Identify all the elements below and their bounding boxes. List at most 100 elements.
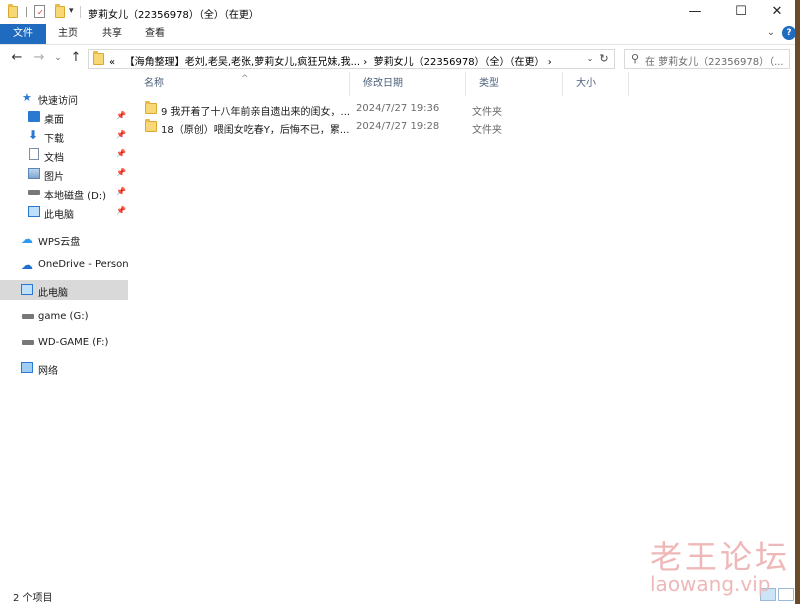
document-icon: [29, 148, 39, 160]
breadcrumb-overflow[interactable]: «: [109, 57, 115, 68]
sidebar-item-downloads[interactable]: ⬇ 下载 📌: [0, 126, 128, 146]
sidebar-item-game-g[interactable]: game (G:): [0, 307, 128, 327]
column-header-modified[interactable]: 修改日期: [350, 72, 466, 96]
pin-icon[interactable]: 📌: [116, 168, 126, 177]
sidebar-item-label: OneDrive - Personal: [38, 259, 128, 270]
sidebar-item-network[interactable]: 网络: [0, 358, 128, 378]
sidebar-item-label: 下载: [44, 134, 64, 145]
table-row[interactable]: 18（原创）喂闺女吃春Y，后悔不已，累... 2024/7/27 19:28 文…: [139, 117, 604, 137]
picture-icon: [28, 168, 40, 179]
navigation-bar: ← → ⌄ ↑ « 【海角整理】老刘,老吴,老张,萝莉女儿,疯狂兄妹,我... …: [0, 46, 800, 72]
address-bar[interactable]: « 【海角整理】老刘,老吴,老张,萝莉女儿,疯狂兄妹,我... › 萝莉女儿（2…: [88, 49, 615, 69]
sidebar-item-label: game (G:): [38, 311, 89, 322]
sidebar-item-this-pc[interactable]: 此电脑: [0, 280, 128, 300]
refresh-icon[interactable]: ↻: [597, 52, 611, 66]
pin-icon[interactable]: 📌: [116, 206, 126, 215]
computer-icon: [21, 284, 33, 295]
window-title: 萝莉女儿（22356978）（全）（在更）: [88, 10, 259, 21]
sidebar-item-label: 桌面: [44, 115, 64, 126]
sidebar-item-label: WPS云盘: [38, 237, 81, 248]
pin-icon[interactable]: 📌: [116, 130, 126, 139]
computer-icon: [28, 206, 40, 217]
file-list: 名称 ^ 修改日期 类型 大小 9 我开着了十八年前亲自遗出来的闺女，... 2…: [131, 72, 800, 584]
cloud-icon: ☁: [21, 232, 33, 246]
pin-icon[interactable]: 📌: [116, 149, 126, 158]
sort-ascending-icon: ^: [241, 74, 249, 84]
star-icon: ★: [22, 91, 32, 104]
tab-view[interactable]: 查看: [134, 24, 176, 44]
forward-button[interactable]: →: [31, 50, 47, 66]
sidebar-item-this-pc-pinned[interactable]: 此电脑 📌: [0, 202, 128, 222]
new-folder-icon[interactable]: [55, 4, 65, 18]
address-dropdown-icon[interactable]: ⌄: [584, 52, 596, 66]
title-bar: ✓ ▾ 萝莉女儿（22356978）（全）（在更） — ☐ ✕: [0, 0, 800, 24]
sidebar-item-label: WD-GAME (F:): [38, 337, 109, 348]
breadcrumb-current[interactable]: 萝莉女儿（22356978）（全）（在更）: [374, 57, 545, 68]
folder-icon: [145, 119, 157, 132]
background-edge: [795, 0, 800, 604]
search-input[interactable]: ⚲ 在 萝莉女儿（22356978）（...: [624, 49, 790, 69]
file-modified: 2024/7/27 19:28: [356, 121, 440, 132]
back-button[interactable]: ←: [9, 50, 25, 66]
expand-ribbon-icon[interactable]: ⌄: [764, 26, 778, 40]
folder-icon: [8, 4, 18, 18]
file-type: 文件夹: [472, 107, 502, 118]
search-icon: ⚲: [631, 52, 640, 65]
pin-icon[interactable]: 📌: [116, 187, 126, 196]
sidebar-item-pictures[interactable]: 图片 📌: [0, 164, 128, 184]
tab-share[interactable]: 共享: [90, 24, 134, 44]
sidebar-item-onedrive[interactable]: ☁ OneDrive - Personal: [0, 255, 128, 275]
network-icon: [21, 362, 33, 373]
search-placeholder: 在 萝莉女儿（22356978）（...: [645, 57, 784, 68]
sidebar-item-label: 本地磁盘 (D:): [44, 191, 107, 202]
column-header-type[interactable]: 类型: [466, 72, 563, 96]
title-separator: [80, 6, 81, 18]
sidebar-item-label: 此电脑: [38, 288, 68, 299]
toolbar-separator: [26, 7, 27, 17]
sidebar-item-label: 此电脑: [44, 210, 74, 221]
column-header-size[interactable]: 大小: [563, 72, 629, 96]
properties-icon[interactable]: ✓: [34, 5, 45, 18]
sidebar-item-label: 图片: [44, 172, 64, 183]
sidebar-item-desktop[interactable]: 桌面 📌: [0, 107, 128, 127]
breadcrumb: « 【海角整理】老刘,老吴,老张,萝莉女儿,疯狂兄妹,我... › 萝莉女儿（2…: [109, 53, 552, 68]
large-icons-view-button[interactable]: [778, 588, 794, 601]
navigation-pane: ★ 快速访问 桌面 📌 ⬇ 下载 📌 文档 📌 图片 📌 本地磁盘 (D:) 📌…: [0, 84, 130, 584]
folder-icon: [145, 101, 157, 114]
tab-file[interactable]: 文件: [0, 24, 46, 44]
watermark-url: laowang.vip: [650, 572, 771, 596]
file-modified: 2024/7/27 19:36: [356, 103, 440, 114]
drive-icon: [22, 314, 34, 319]
breadcrumb-separator[interactable]: ›: [363, 57, 367, 68]
close-button[interactable]: ✕: [754, 0, 800, 24]
file-type: 文件夹: [472, 125, 502, 136]
column-header-name[interactable]: 名称 ^: [131, 72, 350, 96]
drive-icon: [28, 190, 40, 195]
download-icon: ⬇: [28, 128, 39, 142]
table-row[interactable]: 9 我开着了十八年前亲自遗出来的闺女，... 2024/7/27 19:36 文…: [139, 99, 604, 119]
drive-icon: [22, 340, 34, 345]
recent-locations-button[interactable]: ⌄: [50, 50, 66, 66]
pin-icon[interactable]: 📌: [116, 111, 126, 120]
up-button[interactable]: ↑: [68, 50, 84, 66]
sidebar-item-wd-game-f[interactable]: WD-GAME (F:): [0, 333, 128, 353]
help-icon[interactable]: ?: [782, 26, 796, 40]
minimize-button[interactable]: —: [672, 0, 718, 24]
sidebar-item-quick-access[interactable]: ★ 快速访问: [0, 88, 128, 108]
customize-toolbar-icon[interactable]: ▾: [69, 6, 74, 16]
file-name: 18（原创）喂闺女吃春Y，后悔不已，累...: [161, 125, 350, 136]
sidebar-item-label: 快速访问: [38, 96, 78, 107]
sidebar-item-label: 文档: [44, 153, 64, 164]
tab-home[interactable]: 主页: [46, 24, 90, 44]
sidebar-item-documents[interactable]: 文档 📌: [0, 145, 128, 165]
address-folder-icon: [93, 51, 104, 65]
ribbon-tabs: 文件 主页 共享 查看 ⌄ ?: [0, 24, 800, 45]
file-name: 9 我开着了十八年前亲自遗出来的闺女，...: [161, 107, 351, 118]
desktop-icon: [28, 111, 40, 122]
sidebar-item-label: 网络: [38, 366, 58, 377]
item-count: 2 个项目: [13, 593, 53, 604]
breadcrumb-separator[interactable]: ›: [548, 57, 552, 68]
onedrive-icon: ☁: [21, 258, 33, 272]
sidebar-item-local-disk-d[interactable]: 本地磁盘 (D:) 📌: [0, 183, 128, 203]
sidebar-item-wps-cloud[interactable]: ☁ WPS云盘: [0, 229, 128, 249]
